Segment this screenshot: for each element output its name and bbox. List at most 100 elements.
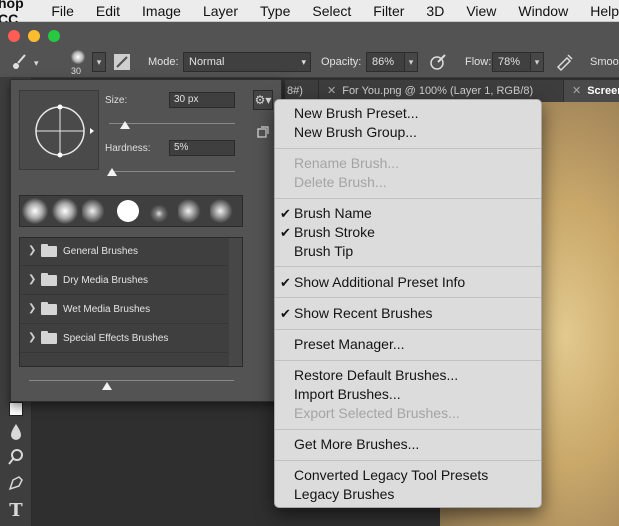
menu-view[interactable]: View bbox=[466, 3, 496, 19]
checkmark-icon: ✔ bbox=[280, 206, 291, 221]
tab-document-2-label: For You.png @ 100% (Layer 1, RGB/8) bbox=[342, 85, 534, 97]
hardness-field[interactable]: 5% bbox=[169, 140, 235, 156]
menu-item-brush-tip[interactable]: Brush Tip bbox=[294, 243, 353, 259]
menu-item-preset-manager[interactable]: Preset Manager... bbox=[294, 336, 405, 352]
mode-select[interactable]: Normal ▾ bbox=[183, 52, 311, 72]
size-value: 30 px bbox=[174, 94, 199, 105]
menu-item-show-additional-preset-info[interactable]: Show Additional Preset Info bbox=[294, 274, 465, 290]
menu-edit[interactable]: Edit bbox=[96, 3, 120, 19]
recent-brush-soft-round[interactable] bbox=[52, 198, 78, 224]
tab-document-3[interactable]: ✕ Screen bbox=[563, 80, 619, 102]
brush-settings-panel-icon[interactable] bbox=[112, 52, 132, 75]
folder-icon bbox=[41, 302, 57, 315]
menu-window[interactable]: Window bbox=[518, 3, 568, 19]
brush-group-label: Dry Media Brushes bbox=[63, 275, 149, 286]
gear-icon: ⚙▾ bbox=[254, 93, 272, 107]
brush-group-label: Special Effects Brushes bbox=[63, 333, 169, 344]
recent-brush-hard-round[interactable] bbox=[115, 198, 141, 224]
menu-help[interactable]: Help bbox=[590, 3, 619, 19]
dodge-tool-icon[interactable] bbox=[5, 448, 27, 470]
brush-groups-list: ❯ General Brushes ❯ Dry Media Brushes ❯ … bbox=[19, 237, 243, 367]
checkmark-icon: ✔ bbox=[280, 306, 291, 321]
menu-bar: hop CC File Edit Image Layer Type Select… bbox=[0, 0, 619, 27]
airbrush-icon[interactable] bbox=[555, 52, 575, 75]
menu-item-converted-legacy-tool-presets[interactable]: Converted Legacy Tool Presets bbox=[294, 467, 488, 483]
menu-select[interactable]: Select bbox=[312, 3, 351, 19]
flow-field[interactable]: 78% bbox=[492, 52, 532, 72]
menu-item-get-more-brushes[interactable]: Get More Brushes... bbox=[294, 436, 419, 452]
menu-item-restore-default-brushes[interactable]: Restore Default Brushes... bbox=[294, 367, 458, 383]
size-field[interactable]: 30 px bbox=[169, 92, 235, 108]
brush-group-label: General Brushes bbox=[63, 246, 139, 257]
recent-brush-soft-round[interactable] bbox=[22, 198, 48, 224]
brush-picker-dropdown[interactable]: ▾ bbox=[92, 52, 106, 72]
type-tool-icon[interactable]: T bbox=[5, 500, 27, 522]
menu-item-delete-brush: Delete Brush... bbox=[294, 174, 387, 190]
blur-tool-icon[interactable] bbox=[5, 422, 27, 444]
brush-panel-flyout-menu: New Brush Preset... New Brush Group... R… bbox=[274, 99, 542, 508]
recent-brush-texture[interactable] bbox=[82, 198, 108, 224]
size-slider-thumb[interactable] bbox=[120, 121, 130, 129]
brush-list-scrollbar[interactable] bbox=[229, 238, 242, 366]
new-preset-icon[interactable] bbox=[257, 126, 269, 141]
menu-item-new-brush-group[interactable]: New Brush Group... bbox=[294, 124, 417, 140]
brush-preset-panel: Size: 30 px Hardness: 5% ⚙▾ ❯ General Br… bbox=[10, 79, 282, 402]
close-tab-icon[interactable]: ✕ bbox=[572, 85, 581, 97]
menu-3d[interactable]: 3D bbox=[426, 3, 444, 19]
brush-preset-picker[interactable]: 30 bbox=[64, 48, 92, 76]
opacity-field[interactable]: 86% bbox=[366, 52, 406, 72]
chevron-right-icon[interactable]: ❯ bbox=[28, 303, 36, 314]
menu-item-legacy-brushes[interactable]: Legacy Brushes bbox=[294, 486, 394, 502]
menu-item-brush-stroke[interactable]: Brush Stroke bbox=[294, 224, 375, 240]
close-window-button[interactable] bbox=[8, 30, 20, 42]
brush-group-general[interactable]: ❯ General Brushes bbox=[20, 238, 228, 266]
menu-item-import-brushes[interactable]: Import Brushes... bbox=[294, 386, 401, 402]
options-bar: ▾ 30 ▾ Mode: Normal ▾ Opacity: 86% ▾ Flo… bbox=[0, 22, 619, 78]
smoothing-label: Smoo bbox=[590, 56, 619, 68]
checkmark-icon: ✔ bbox=[280, 275, 291, 290]
checkmark-icon: ✔ bbox=[280, 225, 291, 240]
pen-tool-icon[interactable] bbox=[5, 474, 27, 496]
flow-dropdown[interactable]: ▾ bbox=[530, 52, 544, 72]
menu-type[interactable]: Type bbox=[260, 3, 290, 19]
flow-value: 78% bbox=[498, 56, 521, 68]
menu-item-new-brush-preset[interactable]: New Brush Preset... bbox=[294, 105, 419, 121]
close-tab-icon[interactable]: ✕ bbox=[327, 85, 336, 97]
menu-item-show-recent-brushes[interactable]: Show Recent Brushes bbox=[294, 305, 433, 321]
brush-group-wet-media[interactable]: ❯ Wet Media Brushes bbox=[20, 296, 228, 324]
brush-tool-icon[interactable] bbox=[10, 52, 30, 75]
brush-tip-preview bbox=[71, 50, 85, 64]
chevron-right-icon[interactable]: ❯ bbox=[28, 332, 36, 343]
zoom-window-button[interactable] bbox=[48, 30, 60, 42]
menu-divider bbox=[275, 329, 541, 330]
menu-item-brush-name[interactable]: Brush Name bbox=[294, 205, 372, 221]
menu-layer[interactable]: Layer bbox=[203, 3, 238, 19]
menu-item-export-selected-brushes: Export Selected Brushes... bbox=[294, 405, 460, 421]
thumbnail-size-slider-thumb[interactable] bbox=[102, 382, 112, 390]
chevron-right-icon[interactable]: ❯ bbox=[28, 245, 36, 256]
menu-file[interactable]: File bbox=[51, 3, 74, 19]
recent-brush-texture[interactable] bbox=[146, 198, 172, 224]
tool-preset-chevron-icon[interactable]: ▾ bbox=[34, 58, 39, 69]
hardness-slider-track[interactable] bbox=[109, 171, 235, 172]
chevron-right-icon[interactable]: ❯ bbox=[28, 274, 36, 285]
thumbnail-size-slider-track[interactable] bbox=[29, 380, 234, 381]
recent-brush-texture[interactable] bbox=[210, 198, 236, 224]
hardness-slider-thumb[interactable] bbox=[107, 168, 117, 176]
opacity-label: Opacity: bbox=[321, 56, 362, 68]
menu-divider bbox=[275, 266, 541, 267]
menu-filter[interactable]: Filter bbox=[373, 3, 404, 19]
brush-group-dry-media[interactable]: ❯ Dry Media Brushes bbox=[20, 267, 228, 295]
opacity-dropdown[interactable]: ▾ bbox=[404, 52, 418, 72]
pressure-opacity-icon[interactable] bbox=[428, 52, 448, 75]
panel-settings-button[interactable]: ⚙▾ bbox=[253, 90, 273, 110]
recent-brush-texture[interactable] bbox=[178, 198, 204, 224]
brush-group-special-effects[interactable]: ❯ Special Effects Brushes bbox=[20, 325, 228, 353]
brush-angle-preview[interactable] bbox=[19, 90, 99, 170]
minimize-window-button[interactable] bbox=[28, 30, 40, 42]
folder-icon bbox=[41, 273, 57, 286]
opacity-value: 86% bbox=[372, 56, 395, 68]
recent-brushes-strip bbox=[19, 195, 243, 227]
menu-image[interactable]: Image bbox=[142, 3, 181, 19]
mode-label: Mode: bbox=[148, 56, 179, 68]
